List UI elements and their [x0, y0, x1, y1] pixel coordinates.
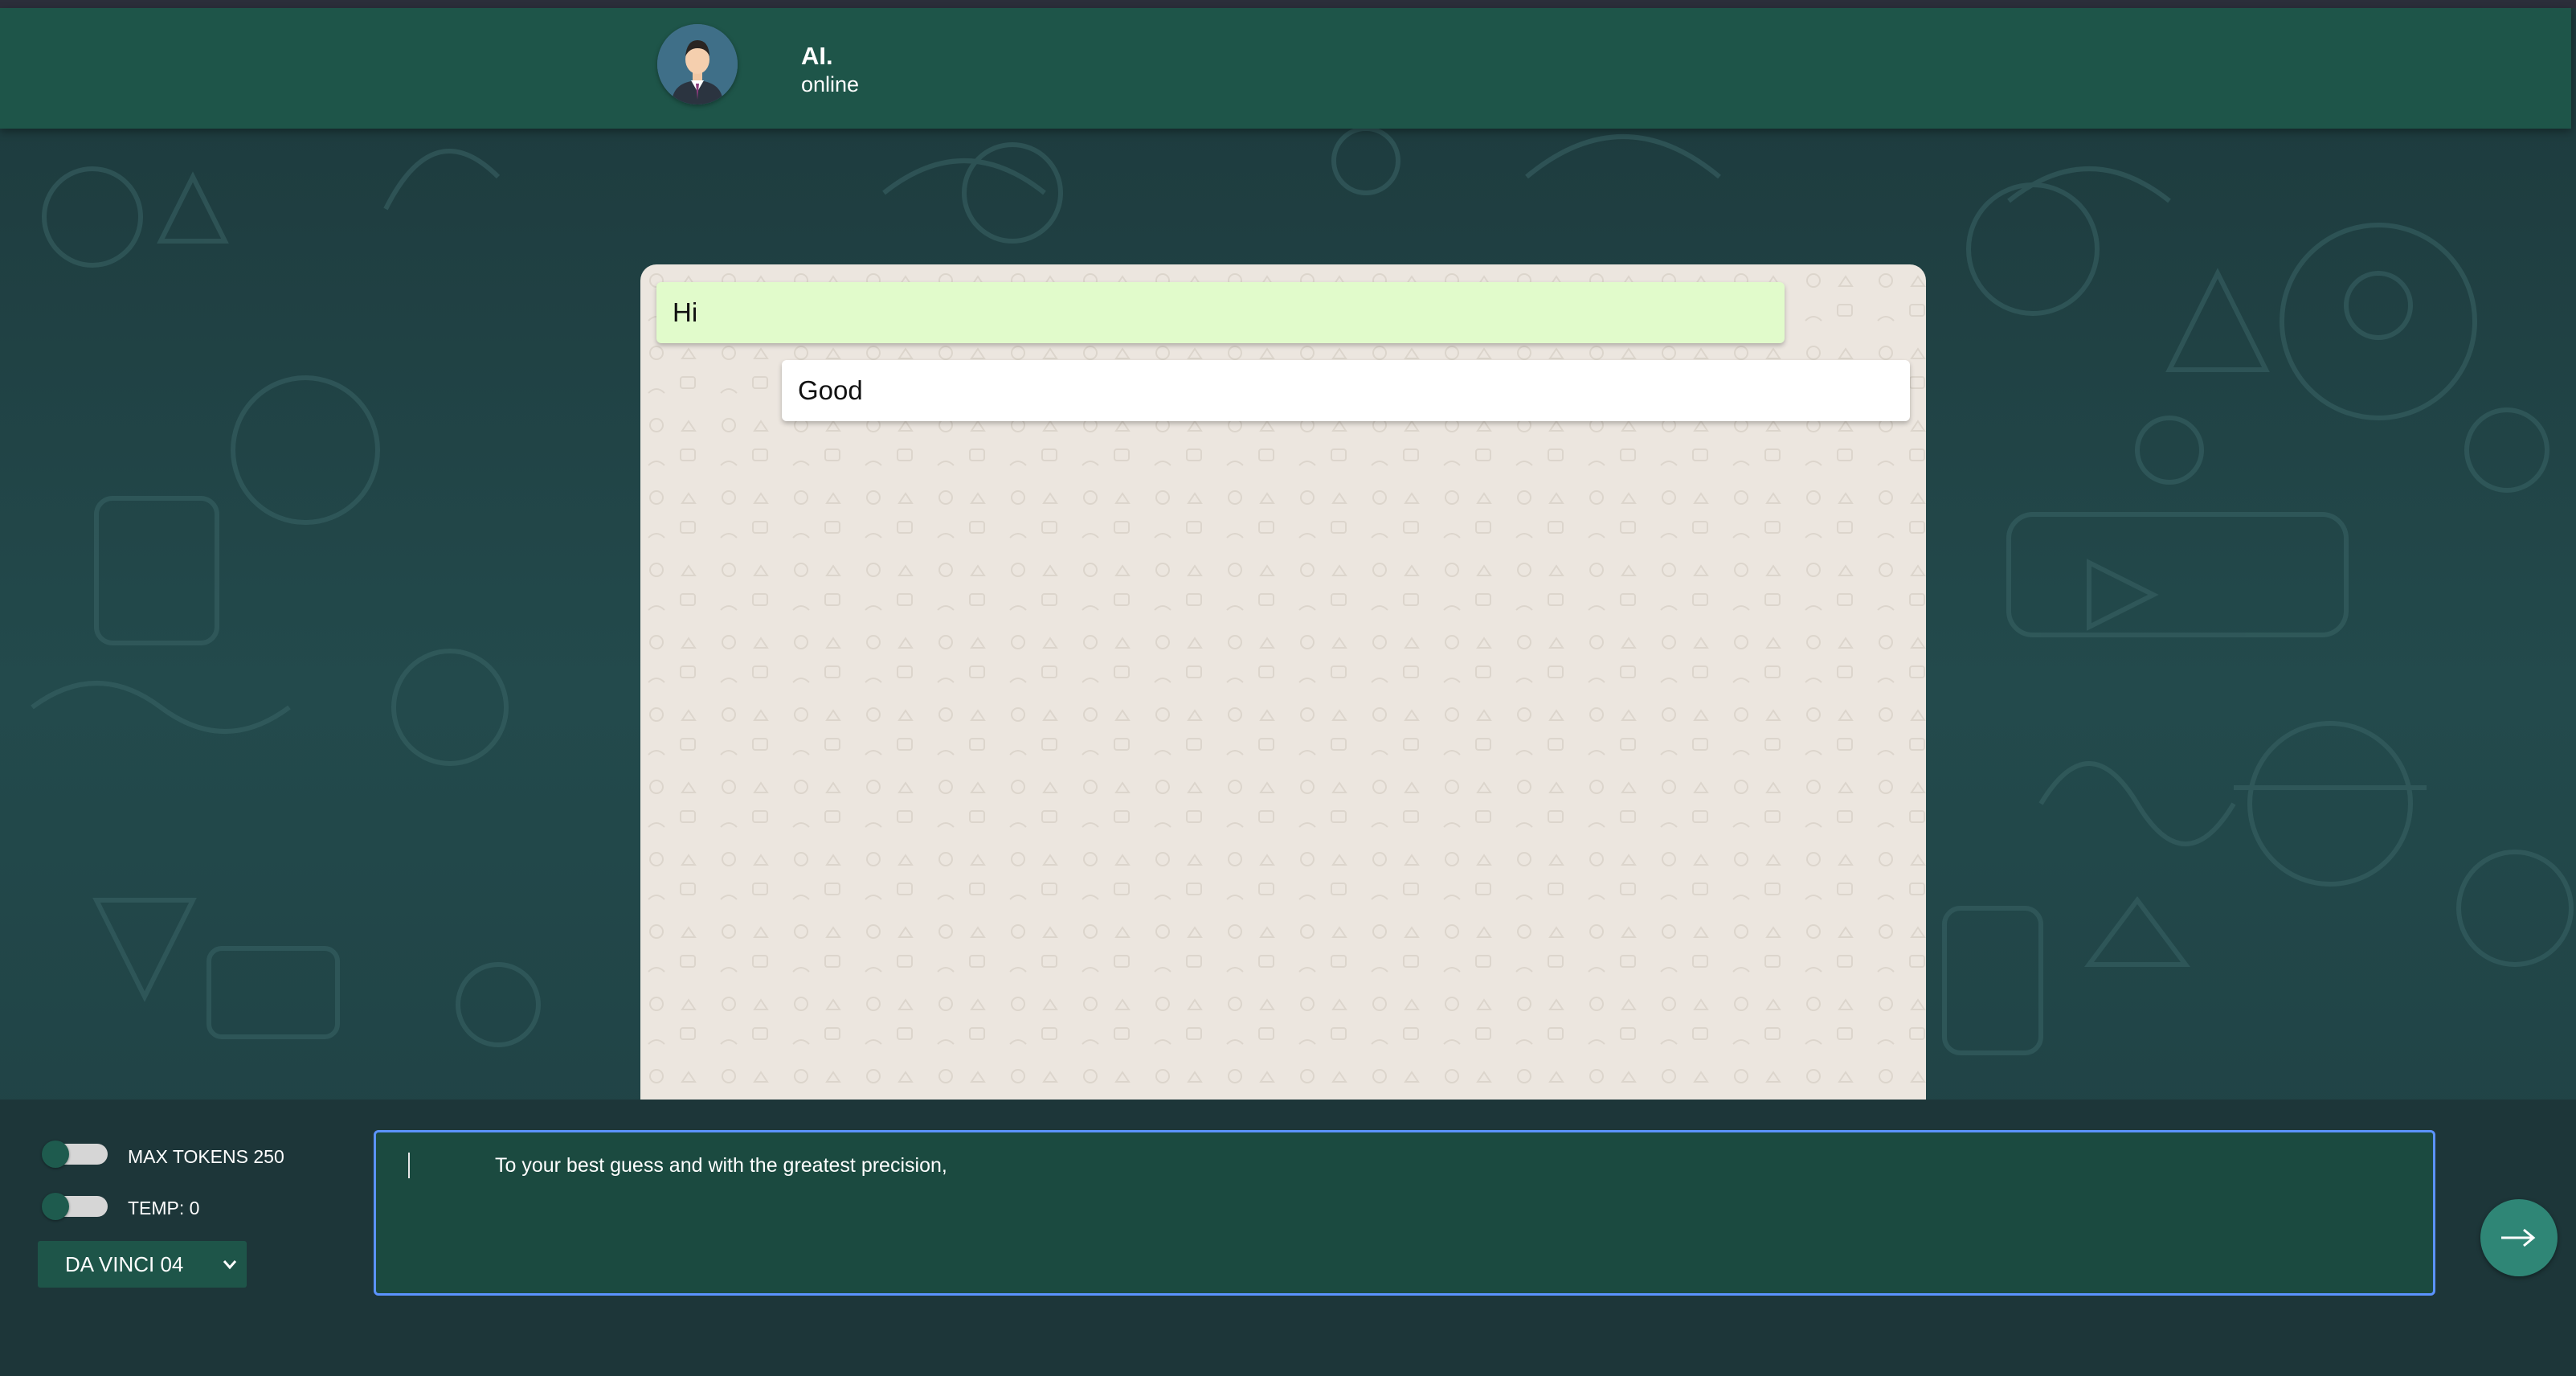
window-top-strip [0, 0, 2576, 8]
person-avatar-icon[interactable] [657, 24, 738, 104]
prompt-input-value: To your best guess and with the greatest… [495, 1154, 947, 1177]
send-button[interactable] [2480, 1199, 2558, 1276]
arrow-right-icon [2501, 1228, 2536, 1247]
model-select[interactable]: DA VINCI 04 [38, 1241, 247, 1288]
user-message: Hi [656, 282, 1785, 343]
chat-panel[interactable]: Hi Good [640, 264, 1926, 1100]
text-caret [408, 1153, 410, 1178]
model-select-value: DA VINCI 04 [65, 1252, 184, 1276]
temperature-label: TEMP: 0 [128, 1198, 200, 1218]
temperature-toggle[interactable] [42, 1193, 108, 1220]
max-tokens-toggle[interactable] [42, 1141, 108, 1168]
contact-name: AI. [801, 42, 833, 70]
contact-status: online [801, 72, 860, 96]
ai-message: Good [782, 360, 1910, 421]
chat-header: AI. online [0, 8, 2571, 129]
toggle-knob [42, 1141, 69, 1168]
chevron-down-icon [223, 1260, 237, 1270]
max-tokens-label: MAX TOKENS 250 [128, 1146, 284, 1167]
prompt-input[interactable]: To your best guess and with the greatest… [374, 1130, 2435, 1296]
toggle-knob [42, 1193, 69, 1220]
